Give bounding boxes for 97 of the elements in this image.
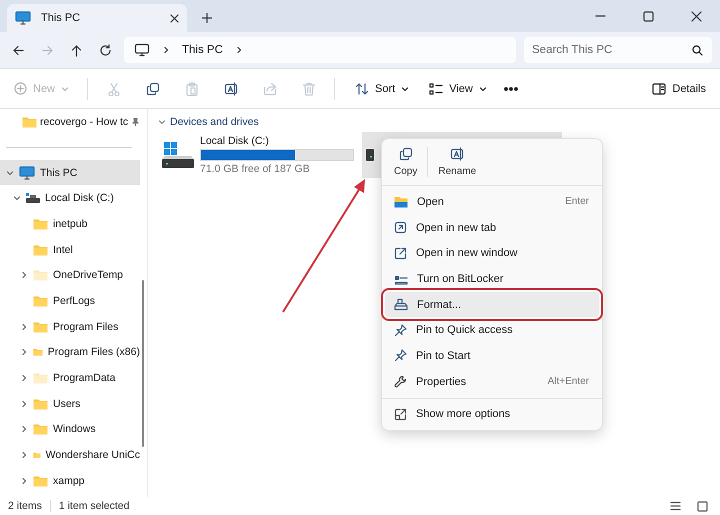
close-icon xyxy=(690,10,702,22)
arrow-left-icon xyxy=(12,44,25,56)
monitor-icon xyxy=(134,43,150,57)
format-drive-icon xyxy=(394,298,408,312)
search-field[interactable]: Search This PC xyxy=(524,37,712,63)
maximize-icon xyxy=(642,10,654,22)
quick-action-button[interactable]: Rename xyxy=(430,143,484,181)
chevron-right-icon[interactable] xyxy=(20,425,28,434)
copy-icon xyxy=(146,82,160,96)
rename-icon xyxy=(224,82,238,96)
folder-icon xyxy=(394,196,408,208)
chevron-right-icon[interactable] xyxy=(20,451,28,460)
plus-icon xyxy=(202,13,212,23)
chevron-right-icon[interactable] xyxy=(20,400,28,408)
plus-circle-icon xyxy=(14,82,27,95)
chevron-down-icon xyxy=(158,118,166,126)
drive-tile[interactable]: Local Disk (C:) 71.0 GB free of 187 GB xyxy=(158,132,358,178)
menu-item[interactable]: Open Enter xyxy=(385,189,599,215)
drive-icon xyxy=(366,149,374,161)
shortcut-text: Enter xyxy=(565,196,589,208)
drive-icon xyxy=(26,192,40,204)
tree-item[interactable]: Program Files (x86) xyxy=(0,340,140,366)
monitor-icon xyxy=(19,166,35,180)
menu-item[interactable]: Pin to Start xyxy=(385,343,599,369)
folder-icon xyxy=(22,116,37,128)
tree-item[interactable]: This PC xyxy=(0,160,140,186)
address-bar[interactable]: This PC xyxy=(124,37,516,63)
monitor-icon xyxy=(15,11,31,25)
ellipsis-icon xyxy=(504,86,518,90)
tree-item[interactable]: OneDriveTemp xyxy=(0,262,140,288)
chevron-right-icon xyxy=(162,46,170,54)
chevron-right-icon[interactable] xyxy=(20,476,28,485)
pin-icon xyxy=(394,324,407,337)
chevron-down-icon xyxy=(401,84,410,92)
chevron-right-icon[interactable] xyxy=(20,322,28,331)
tree-item[interactable]: inetpub xyxy=(0,211,140,237)
breadcrumb[interactable]: This PC xyxy=(182,44,223,56)
arrow-right-icon xyxy=(41,44,54,56)
selection-status: 1 item selected xyxy=(58,500,130,512)
shortcut-text: Alt+Enter xyxy=(548,376,589,388)
drive-name: Local Disk (C:) xyxy=(200,135,270,147)
chevron-right-icon xyxy=(234,46,243,54)
tree-item[interactable]: xampp xyxy=(0,468,140,494)
tab[interactable]: This PC xyxy=(7,4,187,32)
close-tab-button[interactable] xyxy=(170,14,179,22)
close-icon xyxy=(170,14,179,22)
tree-item[interactable]: PerfLogs xyxy=(0,288,140,314)
tree-item[interactable]: Windows xyxy=(0,416,140,442)
menu-item[interactable]: Turn on BitLocker xyxy=(385,266,599,292)
chevron-down-icon xyxy=(61,84,70,92)
free-space-text: 71.0 GB free of 187 GB xyxy=(200,163,311,175)
chevron-right-icon[interactable] xyxy=(20,374,28,382)
tree-item[interactable]: ProgramData xyxy=(0,365,140,391)
menu-item[interactable]: Format... xyxy=(385,292,599,318)
quick-access-item[interactable]: recovergo - How tc xyxy=(0,109,140,135)
trash-icon xyxy=(302,82,316,96)
chevron-right-icon[interactable] xyxy=(20,271,28,280)
scissors-icon xyxy=(106,82,121,96)
menu-item[interactable]: Show more options xyxy=(385,402,599,428)
external-window-icon xyxy=(394,246,407,260)
chevron-down-icon[interactable] xyxy=(13,194,21,202)
expand-icon xyxy=(394,408,407,421)
arrow-up-icon xyxy=(70,44,83,56)
view-button[interactable]: View xyxy=(423,74,493,102)
item-count: 2 items xyxy=(8,500,42,512)
sort-icon xyxy=(355,82,370,96)
tree-item[interactable]: Intel xyxy=(0,236,140,262)
tree-item[interactable]: Wondershare UniCc xyxy=(0,442,140,468)
group-header[interactable]: Devices and drives xyxy=(158,116,710,128)
pin-icon xyxy=(394,349,407,362)
refresh-icon xyxy=(99,44,112,56)
copy-icon xyxy=(398,147,413,161)
search-icon xyxy=(692,44,703,56)
scrollbar-thumb[interactable] xyxy=(142,280,144,447)
list-icon xyxy=(670,501,681,511)
rename-icon xyxy=(450,147,464,161)
chevron-down-icon xyxy=(478,84,487,92)
tile-icon xyxy=(697,500,708,512)
list-view-icon xyxy=(429,82,444,94)
chevron-down-icon[interactable] xyxy=(6,168,14,177)
tree-item[interactable]: Program Files xyxy=(0,314,140,340)
details-pane-icon xyxy=(652,82,666,94)
share-icon xyxy=(262,82,277,96)
quick-action-button[interactable]: Copy xyxy=(386,143,426,181)
clipboard-icon xyxy=(184,82,199,96)
menu-item[interactable]: Properties Alt+Enter xyxy=(385,368,599,394)
tree-item[interactable]: Local Disk (C:) xyxy=(0,185,140,212)
new-tab-icon xyxy=(394,221,407,234)
tree-item[interactable]: Users xyxy=(0,390,140,417)
chevron-right-icon[interactable] xyxy=(20,348,28,356)
wrench-icon xyxy=(394,375,407,388)
menu-item[interactable]: Open in new window xyxy=(385,240,599,266)
menu-item[interactable]: Pin to Quick access xyxy=(385,317,599,344)
details-button[interactable]: Details xyxy=(646,74,712,102)
menu-item[interactable]: Open in new tab xyxy=(385,214,599,240)
hard-drive-icon xyxy=(162,142,194,168)
sort-button[interactable]: Sort xyxy=(349,74,416,102)
